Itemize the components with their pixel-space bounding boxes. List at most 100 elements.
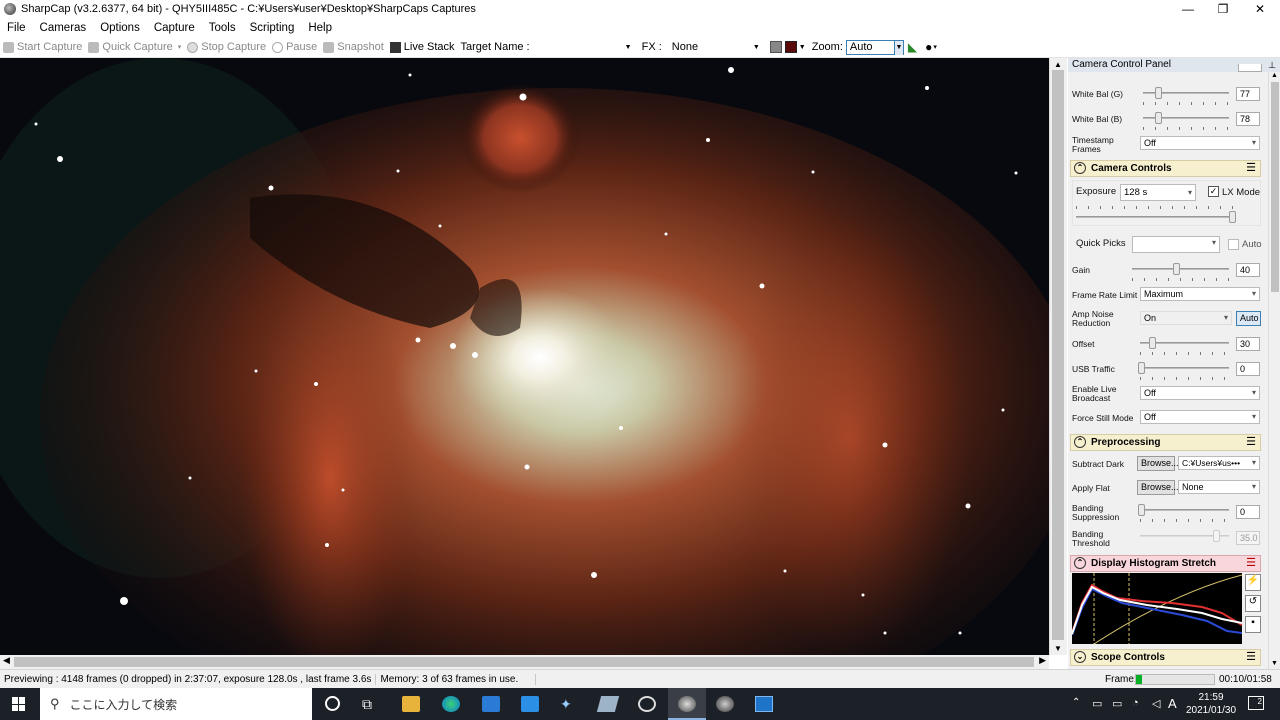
- lx-mode-checkbox[interactable]: ✓: [1208, 186, 1219, 197]
- timestamp-frames-select[interactable]: Off: [1140, 136, 1260, 150]
- apply-flat-browse-button[interactable]: Browse...: [1137, 480, 1179, 495]
- amp-noise-select[interactable]: On: [1140, 311, 1232, 325]
- sharpcap-icon[interactable]: [716, 696, 734, 712]
- amp-noise-auto-button[interactable]: Auto: [1236, 311, 1261, 326]
- save-icon[interactable]: ▪: [1245, 616, 1261, 633]
- scope-controls-section-header[interactable]: ⌄ Scope Controls ☰: [1070, 649, 1261, 666]
- scroll-right-icon[interactable]: ▶: [1039, 655, 1046, 666]
- snapshot-button[interactable]: Snapshot: [323, 41, 384, 53]
- panel-scrollbar[interactable]: ▲ ▼: [1268, 72, 1280, 669]
- slider-thumb[interactable]: [1213, 530, 1220, 542]
- windows-start-icon[interactable]: [12, 697, 26, 711]
- scroll-up-icon[interactable]: ▲: [1054, 60, 1062, 69]
- close-button[interactable]: ✕: [1237, 0, 1280, 18]
- histogram-icon[interactable]: ◣: [908, 40, 917, 54]
- fx-select[interactable]: None ▼: [667, 39, 764, 55]
- target-name-input[interactable]: ▼: [535, 39, 636, 55]
- menu-icon[interactable]: ☰: [1246, 161, 1256, 176]
- slider-thumb[interactable]: [1229, 211, 1236, 223]
- slider-thumb[interactable]: [1173, 263, 1180, 275]
- expand-icon[interactable]: ⌄: [1074, 651, 1086, 663]
- start-capture-button[interactable]: Start Capture: [3, 41, 82, 53]
- menu-tools[interactable]: Tools: [202, 22, 243, 34]
- slider-thumb[interactable]: [1155, 87, 1162, 99]
- preprocessing-section-header[interactable]: ⌃ Preprocessing ☰: [1070, 434, 1261, 451]
- camera-controls-section-header[interactable]: ⌃ Camera Controls ☰: [1070, 160, 1261, 177]
- store-icon[interactable]: [482, 696, 500, 712]
- notification-icon[interactable]: 2: [1248, 696, 1264, 710]
- scroll-down-icon[interactable]: ▼: [1271, 660, 1278, 667]
- pin-icon[interactable]: ⊥: [1268, 58, 1276, 72]
- chevron-down-icon[interactable]: ▾: [178, 43, 182, 51]
- reset-icon[interactable]: ↺: [1245, 595, 1261, 612]
- stop-capture-button[interactable]: Stop Capture: [187, 41, 266, 53]
- scroll-up-icon[interactable]: ▲: [1271, 72, 1278, 79]
- scrollbar-thumb[interactable]: [14, 657, 1034, 667]
- scroll-down-icon[interactable]: ▼: [1054, 644, 1062, 653]
- file-explorer-icon[interactable]: [402, 696, 420, 712]
- ime-indicator[interactable]: A: [1168, 696, 1177, 711]
- taskbar-search-box[interactable]: ⚲ ここに入力して検索: [40, 688, 312, 720]
- quick-capture-button[interactable]: Quick Capture ▾: [88, 41, 181, 53]
- frame-rate-select[interactable]: Maximum: [1140, 287, 1260, 301]
- histogram-section-header[interactable]: ⌃ Display Histogram Stretch ☰: [1070, 555, 1261, 572]
- chevron-up-icon[interactable]: ⌃: [1072, 697, 1080, 708]
- sharpcap-taskbar-button[interactable]: [668, 688, 706, 720]
- chevron-down-icon[interactable]: ▾: [933, 43, 937, 51]
- quick-picks-select[interactable]: [1132, 236, 1220, 253]
- menu-icon[interactable]: ☰: [1246, 435, 1256, 450]
- gain-slider[interactable]: [1132, 268, 1229, 270]
- slider-thumb[interactable]: [1155, 112, 1162, 124]
- network-icon[interactable]: ▭: [1092, 697, 1102, 710]
- menu-icon[interactable]: ☰: [1246, 556, 1256, 571]
- banding-threshold-input[interactable]: 35.0: [1236, 531, 1260, 545]
- preview-image[interactable]: [0, 58, 1049, 655]
- apply-flat-select[interactable]: None: [1178, 480, 1260, 494]
- exposure-input[interactable]: 128 s: [1120, 184, 1196, 201]
- banding-suppression-slider[interactable]: [1140, 509, 1229, 511]
- pause-button[interactable]: Pause: [272, 41, 317, 53]
- gain-input[interactable]: 40: [1236, 263, 1260, 277]
- menu-capture[interactable]: Capture: [147, 22, 202, 34]
- auto-checkbox[interactable]: [1228, 239, 1239, 250]
- scrollbar-thumb[interactable]: [1271, 82, 1279, 292]
- slider-thumb[interactable]: [1149, 337, 1156, 349]
- slider-thumb[interactable]: [1138, 504, 1145, 516]
- subtract-dark-select[interactable]: C:¥Users¥us•••: [1178, 456, 1260, 470]
- wifi-icon[interactable]: ◔: [1132, 697, 1139, 709]
- image-vertical-scrollbar[interactable]: ▲ ▼: [1049, 58, 1067, 655]
- force-still-select[interactable]: Off: [1140, 410, 1260, 424]
- menu-options[interactable]: Options: [93, 22, 147, 34]
- collapse-icon[interactable]: ⌃: [1074, 557, 1086, 569]
- app-icon[interactable]: [638, 696, 656, 712]
- auto-stretch-icon[interactable]: ⚡: [1245, 574, 1261, 591]
- live-broadcast-select[interactable]: Off: [1140, 386, 1260, 400]
- usb-traffic-input[interactable]: 0: [1236, 362, 1260, 376]
- exposure-slider[interactable]: [1076, 216, 1236, 218]
- color-icon[interactable]: [784, 41, 797, 53]
- zoom-select[interactable]: Auto ▼: [845, 39, 904, 55]
- usb-traffic-slider[interactable]: [1140, 367, 1229, 369]
- cortana-icon[interactable]: [325, 696, 340, 711]
- photos-icon[interactable]: [755, 696, 773, 712]
- taskbar-clock[interactable]: 21:59 2021/01/30: [1186, 691, 1236, 717]
- app-icon[interactable]: ✦: [560, 696, 578, 712]
- live-stack-button[interactable]: Live Stack: [389, 41, 455, 53]
- scrollbar-thumb[interactable]: [1052, 70, 1064, 640]
- chevron-down-icon[interactable]: ▼: [799, 44, 806, 51]
- histogram-plot[interactable]: [1071, 573, 1243, 645]
- slider-thumb[interactable]: [1138, 362, 1145, 374]
- mail-icon[interactable]: [521, 696, 539, 712]
- task-view-icon[interactable]: ⧉: [362, 696, 380, 712]
- app-icon[interactable]: [596, 696, 620, 712]
- white-bal-g-input[interactable]: 77: [1236, 87, 1260, 101]
- zoom-icon[interactable]: ●: [925, 40, 932, 54]
- volume-icon[interactable]: ◁: [1152, 697, 1160, 710]
- collapse-icon[interactable]: ⌃: [1074, 162, 1086, 174]
- menu-icon[interactable]: ☰: [1246, 650, 1256, 665]
- menu-file[interactable]: File: [0, 22, 33, 34]
- menu-cameras[interactable]: Cameras: [33, 22, 94, 34]
- menu-help[interactable]: Help: [301, 22, 339, 34]
- grid-icon[interactable]: [769, 41, 782, 53]
- subtract-dark-browse-button[interactable]: Browse...: [1137, 456, 1179, 471]
